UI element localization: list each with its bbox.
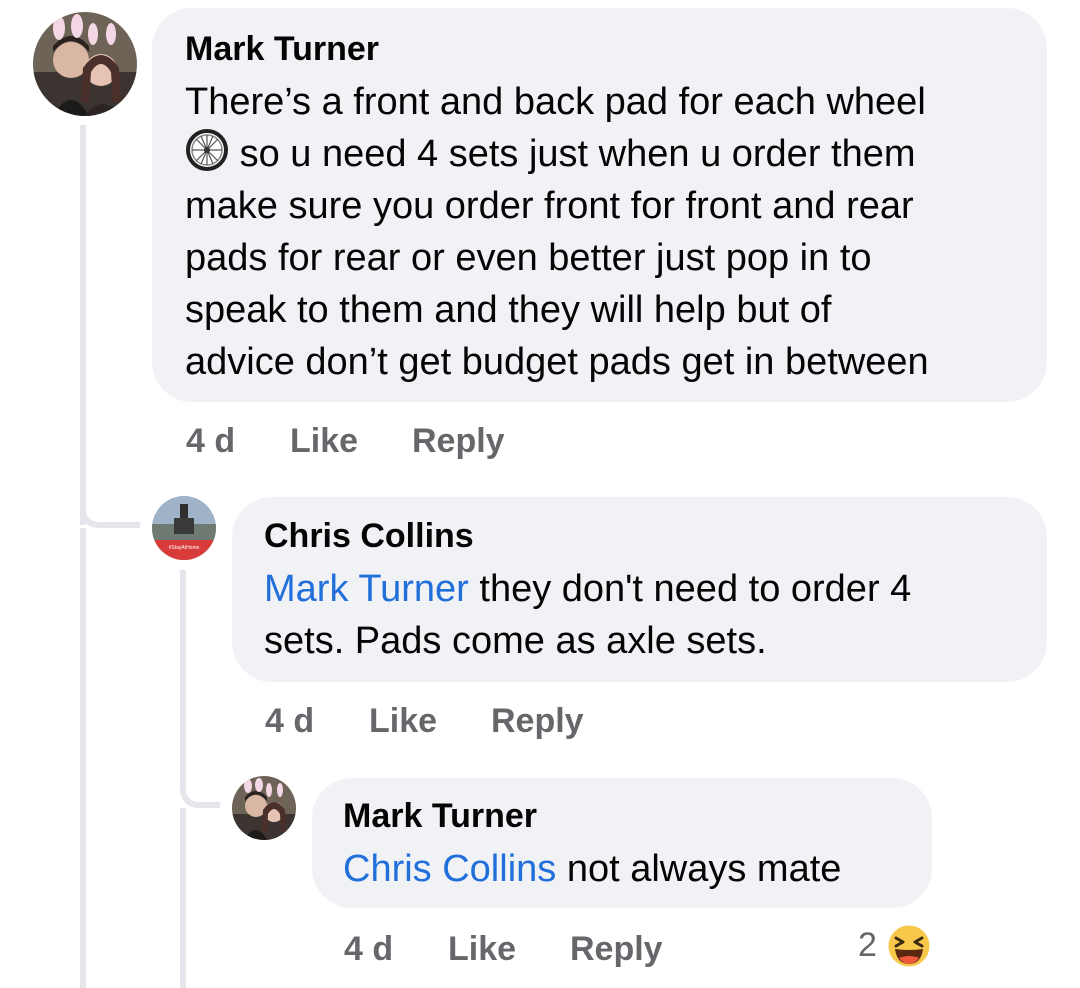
avatar-image xyxy=(33,12,137,116)
comment-text-line: Chris Collins not always mate xyxy=(343,843,923,895)
comment-text-segment: they don't need to order 4 xyxy=(468,568,912,610)
comment-text-line: There’s a front and back pad for each wh… xyxy=(185,81,926,123)
comment-author[interactable]: Chris Collins xyxy=(264,517,474,556)
thread-elbow-reply-2 xyxy=(180,760,220,808)
comment-text-segment: not always mate xyxy=(556,848,842,890)
like-button[interactable]: Like xyxy=(448,930,516,969)
thread-line-reply-lower xyxy=(180,808,186,988)
comment-author[interactable]: Mark Turner xyxy=(185,30,379,69)
avatar-mark-turner[interactable] xyxy=(33,12,137,116)
avatar-mark-turner-small[interactable] xyxy=(232,776,296,840)
reaction-count[interactable]: 2 xyxy=(858,926,877,965)
comment-text-line: speak to them and they will help but of xyxy=(185,289,832,331)
reply-button[interactable]: Reply xyxy=(570,930,663,969)
comment-text-line: sets. Pads come as axle sets. xyxy=(264,620,767,662)
comment-text-line: pads for rear or even better just pop in… xyxy=(185,237,872,279)
thread-line-main-lower xyxy=(80,528,86,988)
comment-author[interactable]: Mark Turner xyxy=(343,797,537,836)
comment-text-line: Mark Turner they don't need to order 4 xyxy=(264,563,1034,615)
thread-line-reply xyxy=(180,570,186,770)
comment-text-line: make sure you order front for front and … xyxy=(185,185,914,227)
like-button[interactable]: Like xyxy=(369,702,437,741)
avatar-banner-text: #StayAtHome xyxy=(169,545,200,551)
mention-link[interactable]: Chris Collins xyxy=(343,848,556,890)
comment-timestamp[interactable]: 4 d xyxy=(265,702,314,741)
thread-elbow-reply-1 xyxy=(80,480,140,528)
comment-timestamp[interactable]: 4 d xyxy=(344,930,393,969)
like-button[interactable]: Like xyxy=(290,422,358,461)
comment-text-line-with-icon: so u need 4 sets just when u order them xyxy=(185,128,1035,180)
laughing-emoji-icon[interactable] xyxy=(885,922,933,970)
comment-text-line: advice don’t get budget pads get in betw… xyxy=(185,341,929,383)
avatar-image: #StayAtHome xyxy=(152,496,216,560)
comment-text: There’s a front and back pad for each wh… xyxy=(185,76,1035,388)
avatar-image xyxy=(232,776,296,840)
mention-link[interactable]: Mark Turner xyxy=(264,568,469,610)
wheel-icon xyxy=(185,128,229,172)
comment-text-line: so u need 4 sets just when u order them xyxy=(239,133,916,175)
comment-timestamp[interactable]: 4 d xyxy=(186,422,235,461)
comment-text: Chris Collins not always mate xyxy=(343,843,923,895)
reply-button[interactable]: Reply xyxy=(412,422,505,461)
avatar-chris-collins[interactable]: #StayAtHome xyxy=(152,496,216,560)
thread-line-main xyxy=(80,125,86,525)
comment-text: Mark Turner they don't need to order 4 s… xyxy=(264,563,1034,667)
reply-button[interactable]: Reply xyxy=(491,702,584,741)
